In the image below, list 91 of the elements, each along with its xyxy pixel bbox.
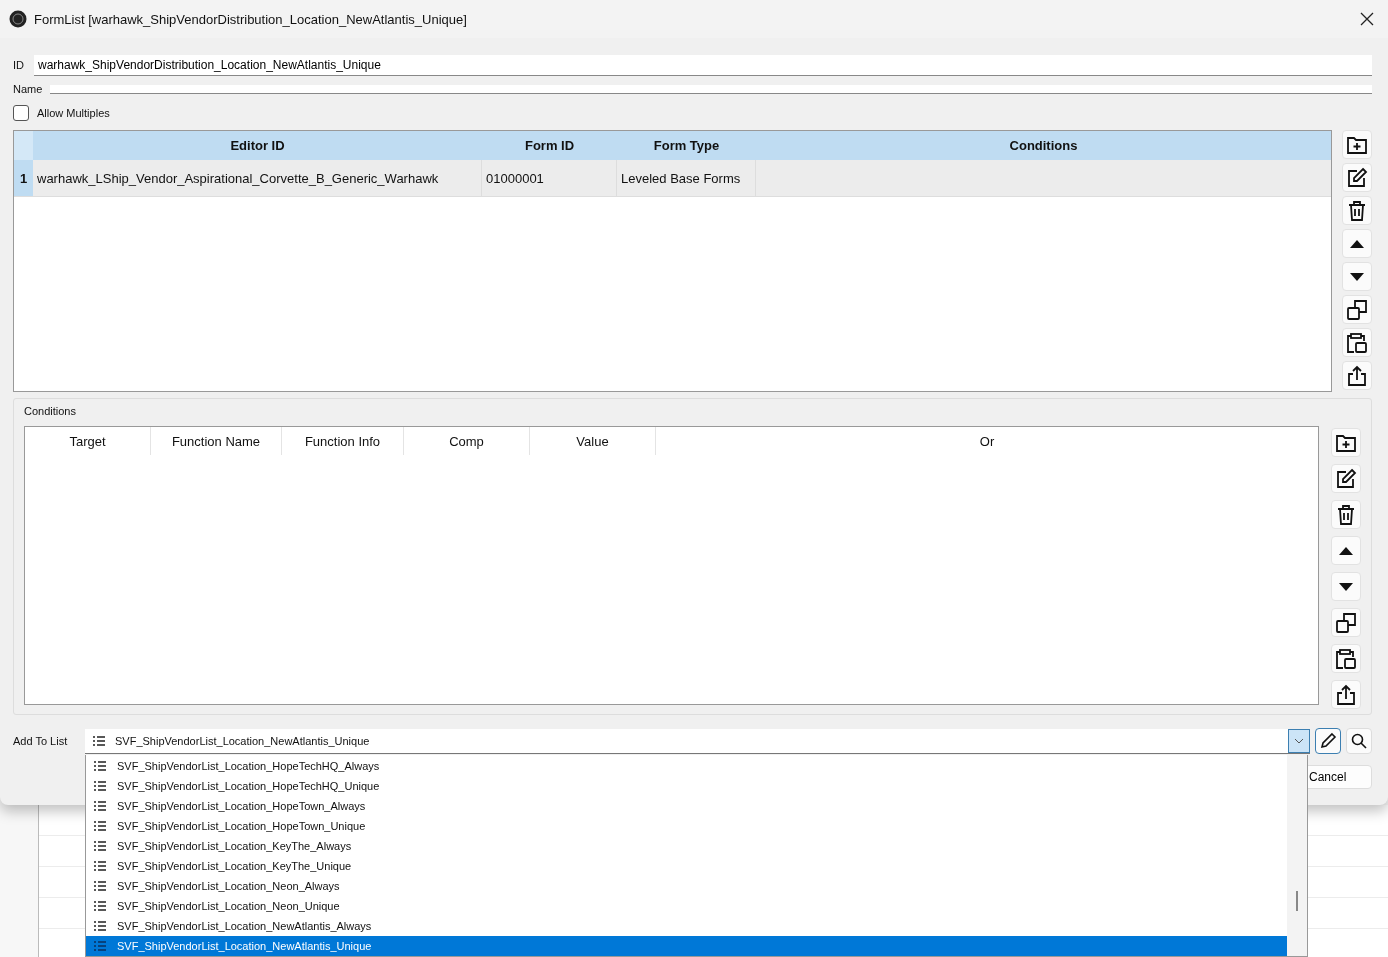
search-icon: [1350, 732, 1368, 750]
list-icon: [94, 921, 106, 931]
triangle-down-button[interactable]: [1331, 572, 1361, 601]
app-logo-icon: [9, 10, 27, 28]
dropdown-option[interactable]: SVF_ShipVendorList_Location_HopeTown_Unique: [86, 816, 1287, 836]
paste-button[interactable]: [1342, 328, 1372, 357]
dropdown-option[interactable]: SVF_ShipVendorList_Location_NewAtlantis_Unique: [86, 936, 1287, 956]
column-header[interactable]: Value: [530, 427, 656, 455]
window-title: FormList [warhawk_ShipVendorDistribution_Location_NewAtlantis_Unique]: [34, 11, 468, 27]
trash-icon: [1335, 503, 1357, 526]
option-label: SVF_ShipVendorList_Location_HopeTechHQ_Always: [117, 760, 380, 772]
dropdown-option[interactable]: SVF_ShipVendorList_Location_HopeTechHQ_Always: [86, 756, 1287, 776]
option-label: SVF_ShipVendorList_Location_KeyThe_Always: [117, 840, 352, 852]
edit-button[interactable]: [1315, 728, 1341, 754]
column-header[interactable]: Or: [656, 427, 1318, 455]
dropdown-button[interactable]: [1288, 728, 1310, 753]
close-icon[interactable]: [1360, 12, 1374, 26]
list-icon: [94, 901, 106, 911]
id-field[interactable]: warhawk_ShipVendorDistribution_Location_NewAtlantis_Unique: [34, 54, 1372, 76]
paste-icon: [1335, 647, 1357, 670]
copy-icon: [1335, 611, 1357, 634]
table-cell: 01000001: [482, 160, 617, 196]
triangle-down-button[interactable]: [1342, 262, 1372, 291]
name-label: Name: [13, 83, 43, 95]
add-button[interactable]: [1331, 428, 1361, 457]
list-icon: [94, 761, 106, 771]
pencil-icon: [1319, 732, 1337, 750]
dropdown-option[interactable]: SVF_ShipVendorList_Location_HopeTown_Always: [86, 796, 1287, 816]
list-icon: [94, 941, 106, 951]
paste-button[interactable]: [1331, 644, 1361, 673]
table-cell: Leveled Base Forms: [617, 160, 756, 196]
share-icon: [1335, 683, 1357, 706]
name-field[interactable]: [50, 84, 1372, 94]
dropdown-option[interactable]: SVF_ShipVendorList_Location_KeyThe_Always: [86, 836, 1287, 856]
option-label: SVF_ShipVendorList_Location_Neon_Unique: [117, 900, 340, 912]
scrollbar[interactable]: [1287, 755, 1307, 956]
share-button[interactable]: [1331, 680, 1361, 709]
conditions-label: Conditions: [24, 404, 77, 419]
combobox-value: SVF_ShipVendorList_Location_NewAtlantis_Unique: [115, 734, 371, 747]
copy-button[interactable]: [1331, 608, 1361, 637]
allow-multiples-checkbox[interactable]: [13, 105, 29, 121]
edit-icon: [1335, 467, 1357, 490]
list-icon: [94, 881, 106, 891]
chevron-down-icon: [1294, 737, 1304, 744]
triangle-up-button[interactable]: [1331, 536, 1361, 565]
trash-button[interactable]: [1342, 196, 1372, 225]
trash-button[interactable]: [1331, 500, 1361, 529]
header-corner: [14, 131, 33, 160]
option-label: SVF_ShipVendorList_Location_KeyThe_Unique: [117, 860, 352, 872]
column-header[interactable]: Comp: [404, 427, 530, 455]
share-icon: [1346, 364, 1368, 387]
option-label: SVF_ShipVendorList_Location_NewAtlantis_Unique: [117, 940, 372, 952]
column-header[interactable]: Form Type: [617, 131, 756, 160]
option-label: SVF_ShipVendorList_Location_HopeTown_Always: [117, 800, 366, 812]
table-cell: warhawk_LShip_Vendor_Aspirational_Corvette_B_Generic_Warhawk: [33, 160, 482, 196]
option-label: SVF_ShipVendorList_Location_NewAtlantis_Always: [117, 920, 372, 932]
table-row[interactable]: 1 warhawk_LShip_Vendor_Aspirational_Corvette_B_Generic_Warhawk 01000001 Leveled Base Forms: [14, 160, 1331, 197]
copy-button[interactable]: [1342, 295, 1372, 324]
allow-multiples-label: Allow Multiples: [37, 107, 110, 119]
list-icon: [94, 841, 106, 851]
option-label: SVF_ShipVendorList_Location_HopeTechHQ_Unique: [117, 780, 380, 792]
trash-icon: [1346, 199, 1368, 222]
column-header[interactable]: Form ID: [482, 131, 617, 160]
paste-icon: [1346, 331, 1368, 354]
list-icon: [94, 821, 106, 831]
column-header[interactable]: Editor ID: [33, 131, 482, 160]
list-icon: [94, 801, 106, 811]
edit-icon: [1346, 166, 1368, 189]
share-button[interactable]: [1342, 361, 1372, 390]
add-button[interactable]: [1342, 130, 1372, 159]
list-icon: [93, 735, 105, 746]
dropdown-option[interactable]: SVF_ShipVendorList_Location_HopeTechHQ_Unique: [86, 776, 1287, 796]
add-to-list-label: Add To List: [13, 735, 69, 747]
list-icon: [94, 861, 106, 871]
triangle-up-button[interactable]: [1342, 229, 1372, 258]
dropdown-option[interactable]: SVF_ShipVendorList_Location_KeyThe_Unique: [86, 856, 1287, 876]
option-label: SVF_ShipVendorList_Location_HopeTown_Unique: [117, 820, 366, 832]
column-header[interactable]: Conditions: [756, 131, 1331, 160]
search-button[interactable]: [1346, 728, 1372, 754]
add-to-list-combobox[interactable]: SVF_ShipVendorList_Location_NewAtlantis_Unique: [85, 728, 1310, 754]
option-label: SVF_ShipVendorList_Location_Neon_Always: [117, 880, 340, 892]
dropdown-option[interactable]: SVF_ShipVendorList_Location_Neon_Unique: [86, 896, 1287, 916]
id-label: ID: [13, 59, 24, 71]
row-number: 1: [14, 160, 33, 196]
list-icon: [94, 781, 106, 791]
dropdown-option[interactable]: SVF_ShipVendorList_Location_Neon_Always: [86, 876, 1287, 896]
dropdown-option[interactable]: SVF_ShipVendorList_Location_NewAtlantis_Always: [86, 916, 1287, 936]
column-header[interactable]: Target: [25, 427, 151, 455]
column-header[interactable]: Function Name: [151, 427, 282, 455]
column-header[interactable]: Function Info: [282, 427, 404, 455]
copy-icon: [1346, 298, 1368, 321]
